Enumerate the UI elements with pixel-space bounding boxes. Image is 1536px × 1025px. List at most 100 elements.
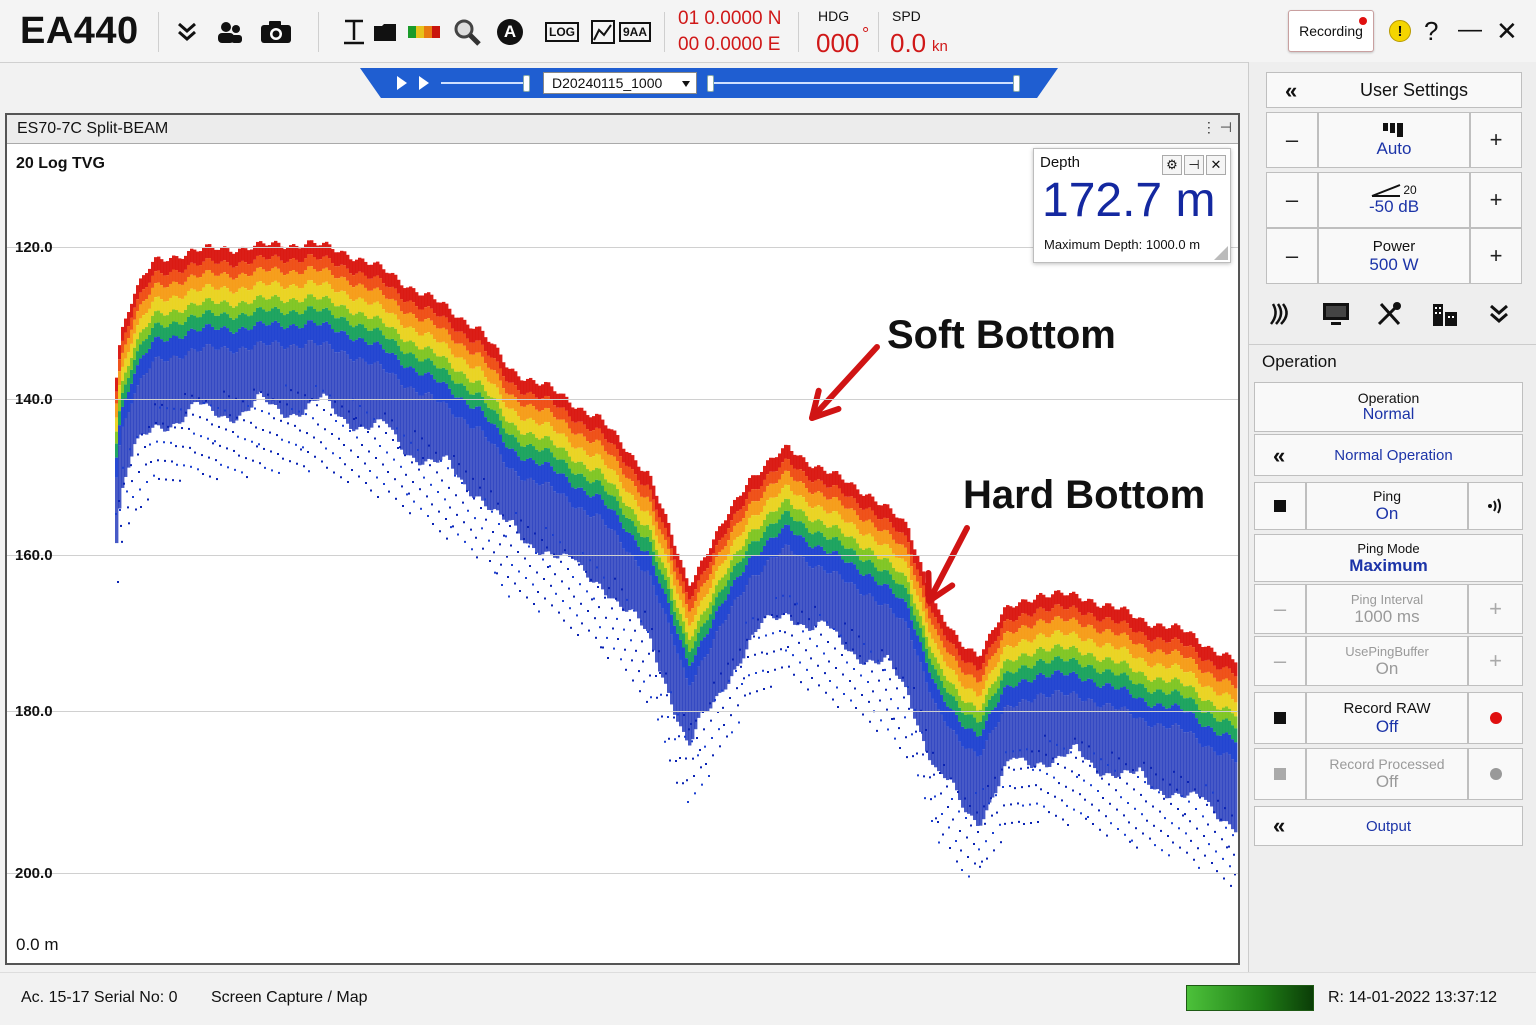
record-processed-start-button[interactable] [1468,748,1523,800]
ping-single-button[interactable] [1468,482,1523,530]
ping-buffer-value: On [1375,658,1399,678]
text-cursor-icon[interactable] [340,16,368,48]
panel-divider [1249,344,1536,345]
step-forward-icon[interactable] [419,76,429,90]
ping-buffer-button[interactable]: UsePingBuffer On [1306,636,1468,686]
operation-mode-button[interactable]: Operation Normal [1254,382,1523,432]
hard-bottom-annotation: Hard Bottom [963,473,1206,517]
settings-panel: « User Settings – Auto + – 20 -50 dB + –… [1248,62,1536,972]
stop-icon [1274,768,1286,780]
auto-mode-icon[interactable]: A [496,16,524,48]
range-start-label: 0.0 m [16,935,59,954]
double-chevron-left-icon: « [1273,813,1286,838]
close-icon[interactable]: ✕ [1206,155,1226,175]
toolbar-separator [318,12,319,52]
camera-icon[interactable] [258,16,294,48]
ping-mode-label: Ping Mode [1357,540,1420,556]
capture-mode: Screen Capture / Map [211,989,368,1006]
ping-interval-plus-button[interactable]: + [1468,584,1523,634]
replay-start-handle[interactable] [707,75,714,92]
gear-icon[interactable]: ⚙ [1162,155,1182,175]
tvg-label: 20 Log TVG [16,155,105,172]
ping-buffer-plus-button[interactable]: + [1468,636,1523,686]
replay-end-handle[interactable] [1013,75,1020,92]
normal-operation-button[interactable]: « Normal Operation [1254,434,1523,476]
replay-speed-slider[interactable] [523,75,530,92]
record-raw-stop-button[interactable] [1254,692,1306,744]
range-plus-button[interactable]: + [1470,112,1522,168]
record-processed-label: Record Processed [1329,756,1445,772]
record-dot-icon [1489,712,1502,724]
buildings-icon[interactable] [1431,300,1459,328]
power-plus-button[interactable]: + [1470,228,1522,284]
color-scale-icon[interactable] [406,16,442,48]
power-label: Power [1372,237,1416,255]
speed-label: SPD [892,8,921,24]
power-button[interactable]: Power 500 W [1318,228,1470,284]
ping-button[interactable]: Ping On [1306,482,1468,530]
play-icon[interactable] [397,76,407,90]
chevron-down-icon [682,81,690,87]
depth-gridline [7,555,1238,556]
operation-value: Normal [1362,406,1415,423]
users-icon[interactable] [214,16,246,48]
record-dot-icon [1489,768,1502,780]
expand-down-icon[interactable] [1485,300,1513,328]
ping-buffer-minus-button[interactable]: – [1254,636,1306,686]
user-settings-header[interactable]: « User Settings [1266,72,1522,108]
gain-slope-icon [1371,184,1401,197]
echogram-canvas[interactable] [7,143,1238,963]
speed-unit: kn [932,38,948,55]
recording-button[interactable]: Recording [1288,10,1374,52]
gain-plus-button[interactable]: + [1470,172,1522,228]
record-raw-start-button[interactable] [1468,692,1523,744]
stop-icon [1274,500,1286,512]
toolbar-separator [798,12,799,52]
heading-value: 000 [816,28,860,58]
folder-icon[interactable] [372,16,398,48]
help-icon[interactable]: ? [1424,16,1438,47]
ping-interval-button[interactable]: Ping Interval 1000 ms [1306,584,1468,634]
depth-gridline [7,873,1238,874]
replay-controls [385,70,1033,96]
range-minus-button[interactable]: – [1266,112,1318,168]
resize-grip-icon[interactable] [1214,246,1228,260]
range-auto-button[interactable]: Auto [1318,112,1470,168]
monitor-icon[interactable] [1321,300,1351,328]
warning-icon[interactable]: ! [1389,20,1411,42]
gain-tvg-label: 20 [1403,183,1417,197]
signal-strength-bar [1186,985,1314,1011]
ping-stop-button[interactable] [1254,482,1306,530]
ping-mode-button[interactable]: Ping Mode Maximum [1254,534,1523,582]
record-processed-button[interactable]: Record Processed Off [1306,748,1468,800]
pin-icon[interactable]: ⊣ [1184,155,1204,175]
aa-icon[interactable]: 9AA [619,16,652,48]
output-button[interactable]: « Output [1254,806,1523,846]
echogram-view-icon[interactable] [590,16,616,48]
range-value: Auto [1376,139,1412,158]
echogram-title: ES70-7C Split-BEAM [17,120,169,137]
minimize-icon[interactable]: — [1458,16,1482,44]
ping-interval-value: 1000 ms [1354,606,1420,626]
status-bar: Ac. 15-17 Serial No: 0 Screen Capture / … [0,972,1536,1025]
transducer-icon[interactable] [1267,300,1295,328]
magnifier-icon[interactable] [452,16,482,48]
recording-label: Recording [1299,23,1363,39]
close-icon[interactable]: ✕ [1496,16,1518,47]
panel-menu-icon[interactable]: ⋮ ⊣ [1202,119,1232,136]
tools-icon[interactable] [1375,300,1403,328]
collapse-chevrons-icon[interactable] [172,16,202,48]
replay-file-select[interactable]: D20240115_1000 [543,72,697,94]
log-icon[interactable]: LOG [545,16,579,48]
gain-button[interactable]: 20 -50 dB [1318,172,1470,228]
gain-minus-button[interactable]: – [1266,172,1318,228]
app-title: EA440 [20,10,139,52]
replay-position-track [713,82,1013,84]
record-raw-button[interactable]: Record RAW Off [1306,692,1468,744]
ping-interval-minus-button[interactable]: – [1254,584,1306,634]
user-settings-title: User Settings [1359,79,1469,100]
power-minus-button[interactable]: – [1266,228,1318,284]
replay-file-name: D20240115_1000 [552,75,663,91]
record-processed-stop-button[interactable] [1254,748,1306,800]
recording-dot-icon [1359,17,1367,25]
